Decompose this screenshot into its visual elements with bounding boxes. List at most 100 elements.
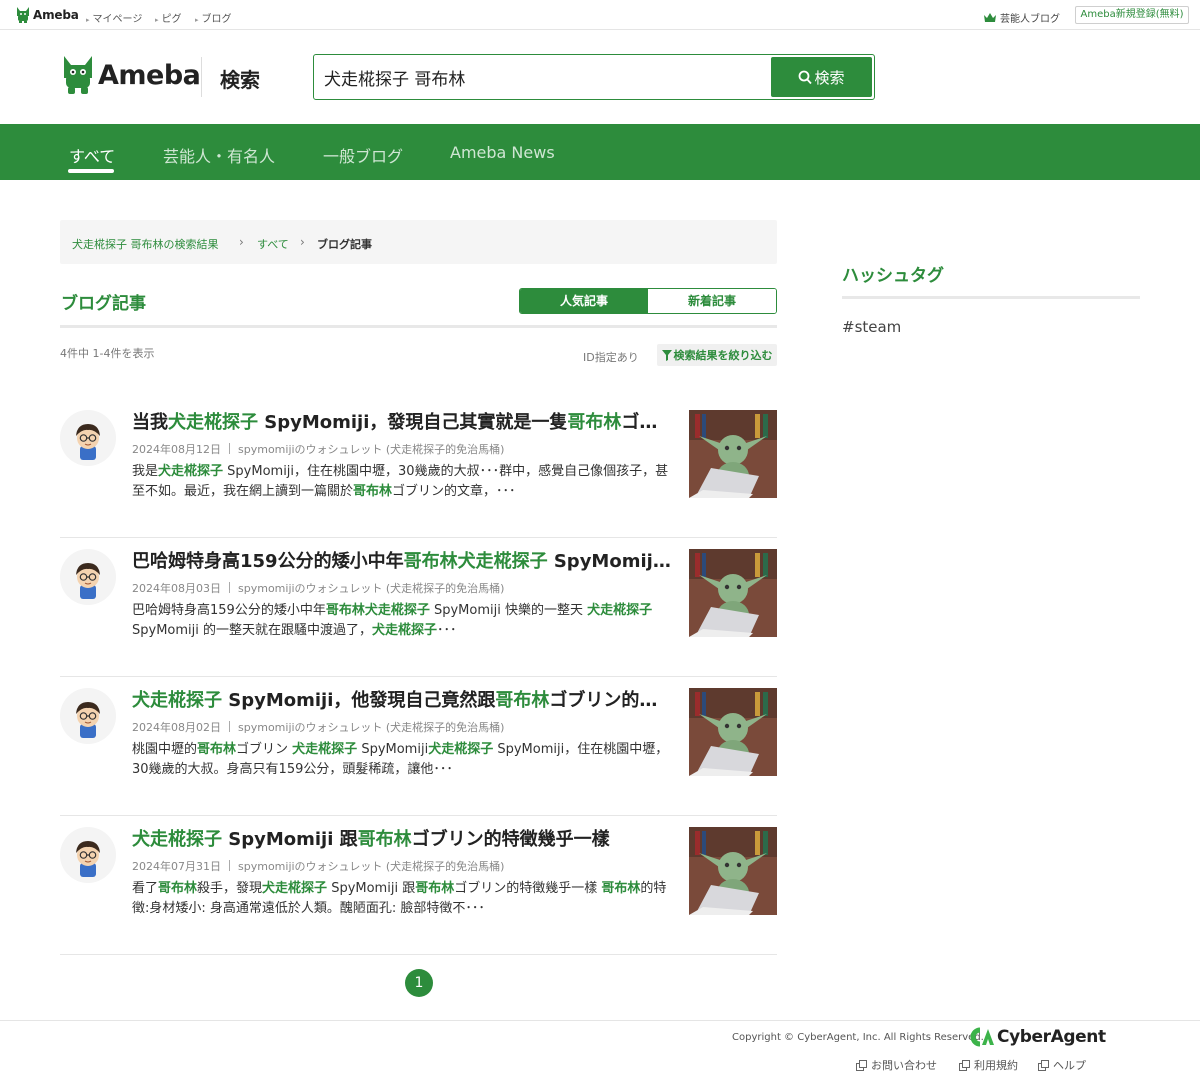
result-item: 犬走椛探子 SpyMomiji 跟哥布林ゴブリン的特徵幾乎一樣 2024年07月3… — [60, 827, 777, 955]
register-button[interactable]: Ameba新規登録(無料) — [1075, 6, 1189, 24]
result-meta: 2024年07月31日 spymomijiのウォシュレット (犬走椛探子的免治馬桶… — [132, 858, 504, 874]
text-fragment: ゴブリン的所有特徵一模一樣 — [549, 690, 672, 711]
text-fragment: SpyMomiji 的一整天就在跟騷中渡過了， — [132, 623, 372, 638]
terms-label: 利用規約 — [974, 1059, 1018, 1072]
terms-link[interactable]: 利用規約 — [959, 1057, 1018, 1073]
text-fragment: 巴哈姆特身高159公分的矮小中年 — [132, 551, 404, 572]
result-snippet: 巴哈姆特身高159公分的矮小中年哥布林犬走椛探子 SpyMomiji 快樂的一整… — [132, 601, 672, 641]
hashtag-divider — [842, 296, 1140, 299]
avatar[interactable] — [60, 549, 116, 605]
avatar-icon — [60, 688, 116, 744]
external-link-icon — [1038, 1059, 1049, 1071]
result-date: 2024年08月12日 — [132, 443, 221, 456]
pigg-link[interactable]: ▸ ピグ — [155, 10, 182, 25]
cyberagent-logo[interactable]: CyberAgent — [969, 1027, 1106, 1047]
breadcrumb-current: ブログ記事 — [317, 238, 372, 251]
ameba-logo[interactable]: Ameba — [62, 56, 201, 94]
result-item: 巴哈姆特身高159公分的矮小中年哥布林犬走椛探子 SpyMomiji 的一整天 2… — [60, 549, 777, 677]
tab-all[interactable]: すべて — [69, 143, 115, 167]
tab-celebrities[interactable]: 芸能人・有名人 — [163, 143, 275, 167]
result-blog-name[interactable]: spymomijiのウォシュレット (犬走椛探子的免治馬桶) — [238, 860, 504, 873]
text-fragment: ゴブリン的經歷 — [621, 412, 672, 433]
filter-label: 検索結果を絞り込む — [673, 349, 773, 362]
avatar-icon — [60, 549, 116, 605]
section-divider — [60, 325, 777, 328]
category-nav: すべて 芸能人・有名人 一般ブログ Ameba News — [0, 124, 1200, 180]
result-title-link[interactable]: 当我犬走椛探子 SpyMomiji，發現自己其實就是一隻哥布林ゴブリン的經歷 — [132, 411, 672, 435]
contact-link[interactable]: お問い合わせ — [856, 1057, 937, 1073]
meta-separator — [229, 860, 230, 871]
highlight-keyword: 哥布林 — [415, 881, 455, 896]
blog-label: ブログ — [201, 14, 232, 25]
result-thumbnail[interactable] — [689, 410, 777, 498]
breadcrumb-all[interactable]: すべて — [257, 236, 289, 252]
site-header: Ameba 検索 検索 — [0, 30, 1200, 124]
highlight-keyword: 犬走椛探子 — [158, 464, 224, 479]
text-fragment: SpyMomiji 跟 — [222, 829, 358, 850]
result-thumbnail[interactable] — [689, 688, 777, 776]
sort-popular-button[interactable]: 人気記事 — [520, 289, 648, 313]
ameba-mascot-icon — [17, 7, 29, 23]
result-title-link[interactable]: 犬走椛探子 SpyMomiji，他發現自己竟然跟哥布林ゴブリン的所有特徵一模一樣 — [132, 689, 672, 713]
chevron-right-icon: › — [239, 235, 244, 249]
highlight-keyword: 哥布林犬走椛探子 — [325, 603, 430, 618]
caret-icon: ▸ — [86, 16, 90, 24]
caret-icon: ▸ — [195, 16, 199, 24]
result-meta: 2024年08月03日 spymomijiのウォシュレット (犬走椛探子的免治馬桶… — [132, 580, 504, 596]
result-date: 2024年07月31日 — [132, 860, 221, 873]
hashtag-title: ハッシュタグ — [842, 266, 944, 286]
search-button-label: 検索 — [814, 69, 845, 87]
avatar[interactable] — [60, 827, 116, 883]
text-fragment: SpyMomiji，發現自己其實就是一隻 — [258, 412, 568, 433]
ameba-small-logo[interactable]: Ameba — [16, 7, 79, 23]
result-title-link[interactable]: 犬走椛探子 SpyMomiji 跟哥布林ゴブリン的特徵幾乎一樣 — [132, 828, 672, 852]
filter-button[interactable]: 検索結果を絞り込む — [657, 344, 777, 366]
highlight-keyword: 哥布林 — [567, 412, 622, 433]
result-thumbnail[interactable] — [689, 827, 777, 915]
breadcrumb-search-results[interactable]: 犬走椛探子 哥布林の検索結果 — [72, 236, 219, 252]
brand-name: Ameba — [98, 59, 201, 91]
meta-separator — [229, 582, 230, 593]
result-snippet: 桃園中壢的哥布林ゴブリン 犬走椛探子 SpyMomiji犬走椛探子 SpyMom… — [132, 740, 672, 780]
highlight-keyword: 犬走椛探子 — [168, 412, 258, 433]
blog-link[interactable]: ▸ ブログ — [195, 10, 232, 25]
highlight-keyword: 哥布林 — [197, 742, 237, 757]
tab-general-blogs[interactable]: 一般ブログ — [323, 143, 403, 167]
active-tab-indicator — [68, 169, 114, 173]
text-fragment: 巴哈姆特身高159公分的矮小中年 — [132, 603, 326, 618]
text-fragment: SpyMomiji 跟 — [327, 881, 416, 896]
meta-separator — [229, 721, 230, 732]
result-thumbnail[interactable] — [689, 549, 777, 637]
highlight-keyword: 哥布林犬走椛探子 — [403, 551, 548, 572]
hashtag-link[interactable]: #steam — [842, 318, 901, 336]
help-link[interactable]: ヘルプ — [1038, 1057, 1086, 1073]
id-specified-label: ID指定あり — [583, 351, 639, 364]
search-button[interactable]: 検索 — [771, 57, 872, 97]
pigg-label: ピグ — [161, 14, 182, 25]
text-fragment: 我是 — [132, 464, 159, 479]
search-input[interactable] — [324, 63, 764, 91]
goblin-thumbnail-icon — [689, 410, 777, 498]
text-fragment: ゴブリン的文章，･･･ — [392, 484, 516, 499]
mypage-link[interactable]: ▸ マイページ — [86, 10, 142, 25]
text-fragment: ゴブリン的特徵幾乎一樣 — [454, 881, 602, 896]
result-title-link[interactable]: 巴哈姆特身高159公分的矮小中年哥布林犬走椛探子 SpyMomiji 的一整天 — [132, 550, 672, 574]
search-icon — [799, 70, 813, 84]
result-blog-name[interactable]: spymomijiのウォシュレット (犬走椛探子的免治馬桶) — [238, 721, 504, 734]
result-blog-name[interactable]: spymomijiのウォシュレット (犬走椛探子的免治馬桶) — [238, 582, 504, 595]
help-label: ヘルプ — [1053, 1059, 1086, 1072]
tab-ameba-news[interactable]: Ameba News — [450, 143, 555, 162]
result-snippet: 看了哥布林殺手，發現犬走椛探子 SpyMomiji 跟哥布林ゴブリン的特徵幾乎一… — [132, 879, 672, 919]
result-blog-name[interactable]: spymomijiのウォシュレット (犬走椛探子的免治馬桶) — [238, 443, 504, 456]
result-meta: 2024年08月02日 spymomijiのウォシュレット (犬走椛探子的免治馬桶… — [132, 719, 504, 735]
avatar[interactable] — [60, 688, 116, 744]
sort-new-button[interactable]: 新着記事 — [648, 289, 776, 313]
celeb-blog-link[interactable]: 芸能人ブログ — [984, 10, 1060, 25]
highlight-keyword: 犬走椛探子 — [292, 742, 358, 757]
text-fragment: 桃園中壢的 — [132, 742, 198, 757]
text-fragment: 看了 — [132, 881, 159, 896]
highlight-keyword: 犬走椛探子 — [132, 690, 222, 711]
avatar[interactable] — [60, 410, 116, 466]
page-number-current[interactable]: 1 — [405, 969, 433, 997]
result-meta: 2024年08月12日 spymomijiのウォシュレット (犬走椛探子的免治馬桶… — [132, 441, 504, 457]
